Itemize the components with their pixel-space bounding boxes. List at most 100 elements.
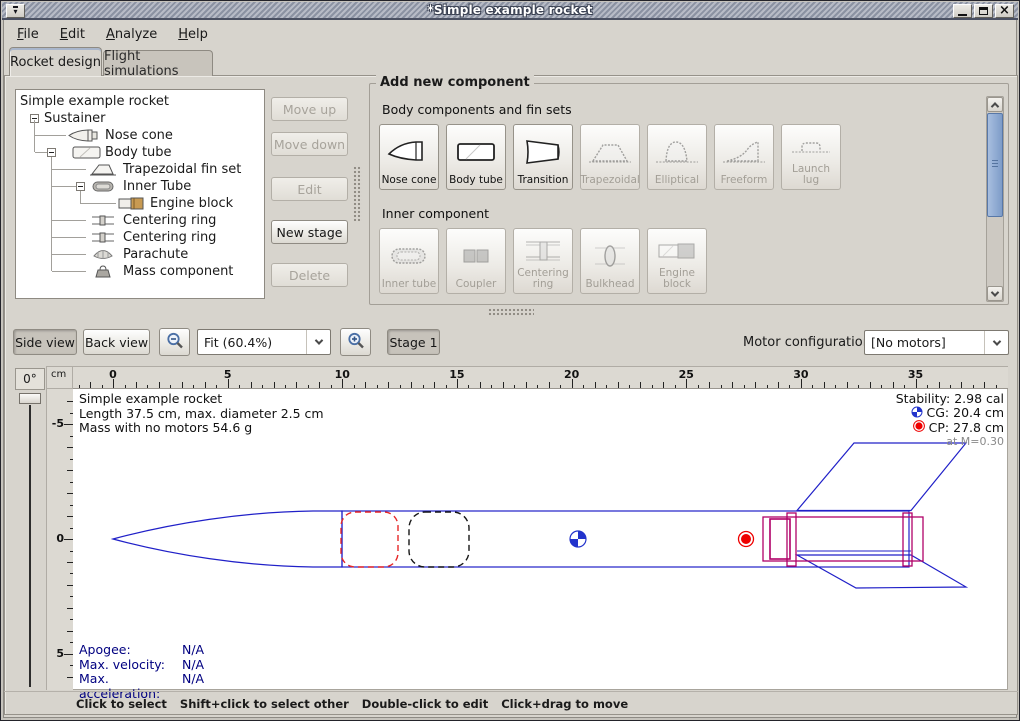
side-view-toggle[interactable]: Side view — [13, 329, 77, 355]
max-velocity-value: N/A — [182, 658, 204, 673]
add-body-tube-button[interactable]: Body tube — [446, 124, 506, 190]
ruler-tick — [67, 401, 73, 402]
stability-value: 2.98 cal — [954, 392, 1004, 406]
ruler-unit: cm — [51, 369, 66, 380]
motor-configuration-label: Motor configuration: — [743, 335, 875, 350]
ruler-tick — [468, 385, 469, 388]
add-inner-tube-button[interactable]: Inner tube — [379, 228, 439, 294]
fin-top-outline — [797, 443, 966, 511]
ruler-tick — [950, 385, 951, 388]
delete-button[interactable]: Delete — [271, 263, 348, 287]
add-engine-block-button[interactable]: Engine block — [647, 228, 707, 294]
menu-file[interactable]: File — [14, 25, 42, 44]
status-bar: Click to select Shift+click to select ot… — [4, 691, 1018, 715]
maximize-icon — [979, 7, 988, 15]
slider-handle[interactable] — [19, 393, 41, 404]
tree-item-rocket[interactable]: Simple example rocket — [16, 93, 262, 110]
ruler-tick — [365, 382, 366, 388]
tree-connector — [52, 254, 86, 255]
ruler-label: 35 — [908, 368, 923, 381]
tree-item-label: Mass component — [123, 264, 233, 279]
elliptical-fin-icon — [654, 129, 700, 175]
tree-item-body-tube[interactable]: Body tube — [16, 144, 262, 161]
ruler-tick — [274, 382, 275, 388]
tree-connector — [52, 271, 86, 272]
zoom-out-button[interactable] — [159, 328, 190, 356]
tree-item-sustainer[interactable]: Sustainer — [16, 110, 262, 127]
ruler-label: 15 — [449, 368, 464, 381]
minimize-button[interactable] — [953, 4, 972, 18]
collapse-toggle-icon[interactable] — [47, 148, 56, 157]
vertical-splitter-handle[interactable] — [353, 166, 362, 221]
ruler-tick — [755, 382, 756, 388]
add-transition-button[interactable]: Transition — [513, 124, 573, 190]
tab-rocket-design[interactable]: Rocket design — [9, 47, 102, 76]
add-coupler-button[interactable]: Coupler — [446, 228, 506, 294]
component-panel-scrollbar[interactable] — [986, 96, 1004, 302]
component-button-label: Body tube — [449, 175, 503, 186]
ruler-tick — [64, 539, 73, 540]
motor-configuration-value: [No motors] — [871, 335, 946, 350]
ruler-tick — [698, 385, 699, 388]
tree-connector — [34, 120, 35, 152]
edit-button[interactable]: Edit — [271, 177, 348, 201]
add-elliptical-fin-button[interactable]: Elliptical — [647, 124, 707, 190]
menu-analyze[interactable]: Analyze — [103, 25, 160, 44]
ruler-label: 5 — [56, 646, 64, 659]
stage-1-toggle[interactable]: Stage 1 — [387, 329, 440, 355]
rotation-slider[interactable] — [17, 393, 43, 689]
new-stage-button[interactable]: New stage — [271, 220, 348, 244]
menu-edit[interactable]: Edit — [57, 25, 88, 44]
tree-item-engine-block[interactable]: Engine block — [16, 195, 262, 212]
scroll-up-button[interactable] — [987, 97, 1003, 112]
ruler-tick — [308, 385, 309, 388]
hint-double-click: Double-click to edit — [362, 697, 488, 715]
ruler-tick — [377, 385, 378, 388]
cg-legend-icon — [911, 406, 923, 421]
add-nose-cone-button[interactable]: Nose cone — [379, 124, 439, 190]
tree-item-label: Centering ring — [123, 230, 216, 245]
rocket-name: Simple example rocket — [79, 392, 324, 407]
scroll-down-button[interactable] — [987, 286, 1003, 301]
menu-help[interactable]: Help — [175, 25, 211, 44]
rocket-canvas[interactable]: Simple example rocket Length 37.5 cm, ma… — [73, 389, 1008, 690]
zoom-level-select[interactable]: Fit (60.4%) — [197, 329, 331, 355]
ruler-unit-cell: cm — [46, 366, 73, 389]
ruler-label: 5 — [224, 368, 232, 381]
maximize-button[interactable] — [974, 4, 993, 18]
ruler-tick — [652, 385, 653, 388]
add-bulkhead-button[interactable]: Bulkhead — [580, 228, 640, 294]
ruler-tick — [67, 516, 73, 517]
chevron-up-icon — [991, 102, 999, 110]
ruler-tick — [629, 385, 630, 388]
component-button-label: Bulkhead — [585, 279, 634, 290]
collapse-toggle-icon[interactable] — [76, 182, 85, 191]
horizontal-splitter-handle[interactable] — [488, 308, 534, 316]
ruler-tick — [67, 562, 73, 563]
back-view-toggle[interactable]: Back view — [83, 329, 150, 355]
zoom-in-button[interactable] — [340, 328, 371, 356]
move-down-button[interactable]: Move down — [271, 132, 348, 156]
tree-connector — [52, 169, 86, 170]
tree-connector — [35, 135, 66, 136]
close-button[interactable]: × — [995, 4, 1014, 18]
motor-configuration-select[interactable]: [No motors] — [864, 330, 1009, 355]
button-label: Delete — [289, 268, 330, 283]
ruler-tick — [595, 382, 596, 388]
add-centering-ring-button[interactable]: Centering ring — [513, 228, 573, 294]
component-button-label: Freeform — [721, 175, 768, 186]
dropdown-area[interactable] — [984, 331, 1008, 354]
hint-shift-click: Shift+click to select other — [180, 697, 349, 715]
add-trapezoidal-fin-button[interactable]: Trapezoidal — [580, 124, 640, 190]
move-up-button[interactable]: Move up — [271, 97, 348, 121]
dropdown-area[interactable] — [306, 330, 330, 354]
apogee-value: N/A — [182, 643, 204, 658]
tree-connector — [52, 237, 86, 238]
tree-connector — [52, 186, 76, 187]
scrollbar-thumb[interactable] — [987, 113, 1003, 217]
add-freeform-fin-button[interactable]: Freeform — [714, 124, 774, 190]
tab-flight-simulations[interactable]: Flight simulations — [103, 50, 213, 76]
ruler-tick — [491, 385, 492, 388]
ruler-tick — [835, 385, 836, 388]
add-launch-lug-button[interactable]: Launch lug — [781, 124, 841, 190]
